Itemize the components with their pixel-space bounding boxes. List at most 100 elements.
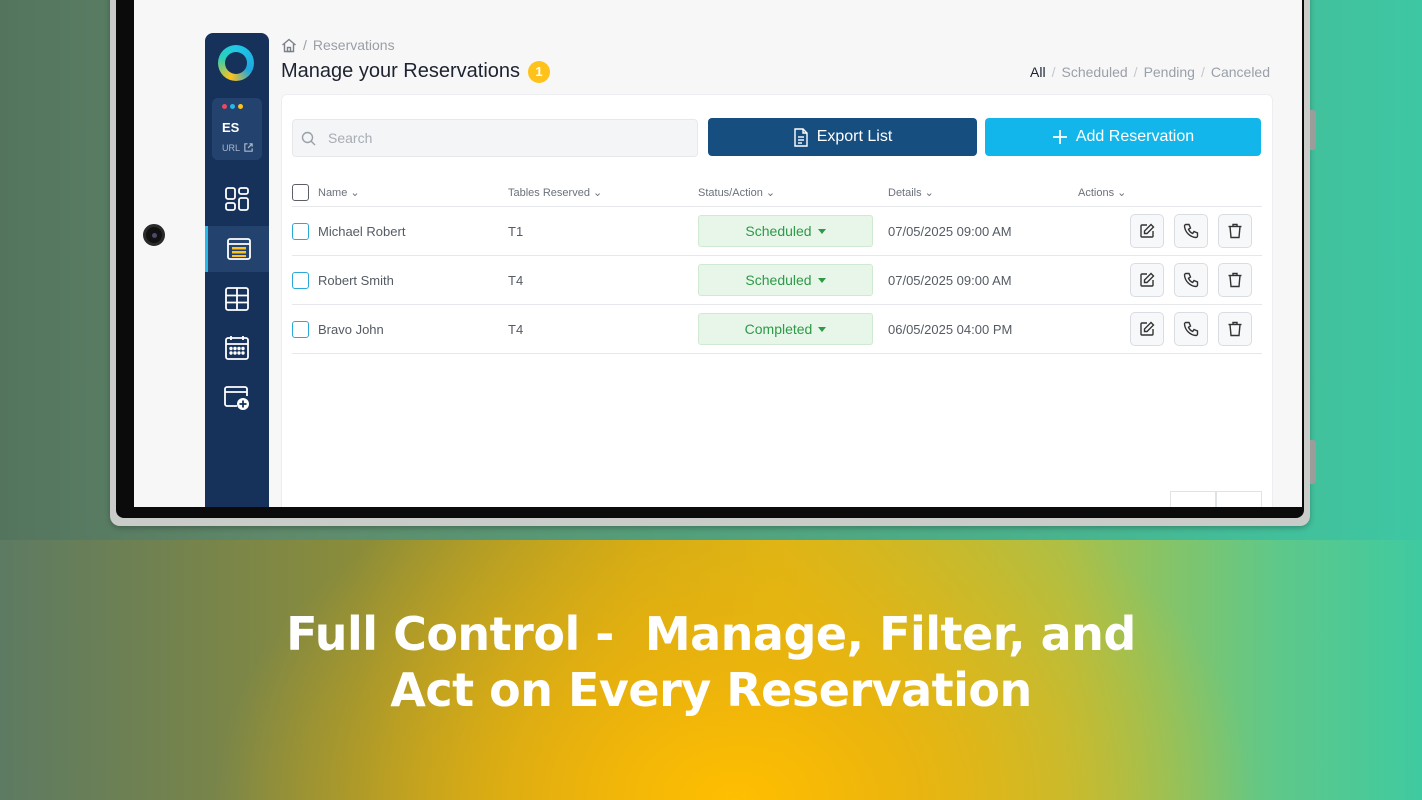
phone-icon <box>1183 223 1199 239</box>
nav-calendar[interactable] <box>205 325 269 371</box>
reservations-table: Name ⌄ Tables Reserved ⌄ Status/Action ⌄ De… <box>292 179 1262 354</box>
filter-separator: / <box>1200 64 1205 80</box>
filter-all[interactable]: All <box>1030 64 1046 80</box>
status-dropdown[interactable]: Completed <box>698 313 873 345</box>
export-list-button[interactable]: Export List <box>708 118 977 156</box>
phone-icon <box>1183 272 1199 288</box>
tablet-device: ES URL / Reservations Manage your Reserv… <box>110 0 1316 526</box>
delete-button[interactable] <box>1218 312 1252 346</box>
calendar-icon <box>225 336 249 360</box>
plus-icon <box>1052 130 1067 144</box>
search-box[interactable] <box>292 119 698 157</box>
delete-button[interactable] <box>1218 214 1252 248</box>
sort-icon: ⌄ <box>924 187 934 199</box>
sort-icon: ⌄ <box>765 187 776 199</box>
breadcrumb: / Reservations <box>281 37 395 53</box>
power-button <box>1310 440 1316 484</box>
search-input[interactable] <box>328 130 668 146</box>
status-label: Scheduled <box>745 272 812 288</box>
edit-icon <box>1140 272 1155 287</box>
call-button[interactable] <box>1174 312 1208 346</box>
column-header-actions[interactable]: Actions ⌄ <box>1078 186 1262 200</box>
phone-icon <box>1183 321 1199 337</box>
status-dropdown[interactable]: Scheduled <box>698 215 873 247</box>
add-reservation-button[interactable]: Add Reservation <box>985 118 1261 156</box>
dashboard-icon <box>225 187 249 211</box>
table-row[interactable]: Robert Smith T4 Scheduled 07/05/2025 09:… <box>292 256 1262 305</box>
edit-icon <box>1140 321 1155 336</box>
add-window-icon <box>224 386 249 410</box>
table-row[interactable]: Bravo John T4 Completed 06/05/2025 04:00… <box>292 305 1262 354</box>
document-icon <box>794 127 808 147</box>
org-card[interactable]: ES URL <box>212 98 262 160</box>
status-label: Scheduled <box>745 223 812 239</box>
filter-separator: / <box>1133 64 1138 80</box>
headline-line-1: Full Control - Manage, Filter, and <box>286 607 1136 661</box>
row-checkbox[interactable] <box>292 320 309 338</box>
filter-canceled[interactable]: Canceled <box>1211 64 1270 80</box>
reservation-details: 06/05/2025 04:00 PM <box>888 321 1013 337</box>
delete-button[interactable] <box>1218 263 1252 297</box>
call-button[interactable] <box>1174 214 1208 248</box>
guest-name: Robert Smith <box>318 272 394 288</box>
volume-button <box>1310 110 1316 150</box>
edit-button[interactable] <box>1130 312 1164 346</box>
status-dropdown[interactable]: Scheduled <box>698 264 873 296</box>
page-title-text: Manage your Reservations <box>281 60 521 82</box>
nav-dashboard[interactable] <box>205 176 269 222</box>
row-checkbox[interactable] <box>292 271 309 289</box>
select-all-checkbox[interactable] <box>292 184 309 201</box>
trash-icon <box>1228 321 1242 337</box>
sort-icon: ⌄ <box>350 187 360 199</box>
status-filter-tabs: All / Scheduled / Pending / Canceled <box>1030 64 1270 80</box>
reservation-details: 07/05/2025 09:00 AM <box>888 223 1012 239</box>
camera-lens <box>143 224 165 246</box>
table-row[interactable]: Michael Robert T1 Scheduled 07/05/2025 0… <box>292 207 1262 256</box>
promo-headline: Full Control - Manage, Filter, and Act o… <box>0 606 1422 718</box>
edit-button[interactable] <box>1130 214 1164 248</box>
window-dots <box>222 104 243 109</box>
breadcrumb-separator: / <box>303 37 307 53</box>
trash-icon <box>1228 272 1242 288</box>
column-header-tables[interactable]: Tables Reserved ⌄ <box>508 186 698 200</box>
column-header-name[interactable]: Name ⌄ <box>318 186 508 200</box>
table-header: Name ⌄ Tables Reserved ⌄ Status/Action ⌄ De… <box>292 179 1262 207</box>
column-header-status[interactable]: Status/Action ⌄ <box>698 186 888 200</box>
sort-icon: ⌄ <box>592 187 603 199</box>
add-reservation-label: Add Reservation <box>1075 128 1195 145</box>
filter-separator: / <box>1051 64 1056 80</box>
filter-scheduled[interactable]: Scheduled <box>1062 64 1128 80</box>
sort-icon: ⌄ <box>1117 187 1127 199</box>
home-icon[interactable] <box>281 38 297 53</box>
org-abbreviation: ES <box>222 120 240 135</box>
reservations-icon <box>226 238 251 260</box>
edit-button[interactable] <box>1130 263 1164 297</box>
nav-reservations[interactable] <box>205 226 269 272</box>
breadcrumb-current: Reservations <box>312 37 395 53</box>
external-link-icon <box>244 143 253 152</box>
search-icon <box>301 131 316 145</box>
count-badge: 1 <box>528 60 551 83</box>
reservation-details: 07/05/2025 09:00 AM <box>888 272 1012 288</box>
device-bezel: ES URL / Reservations Manage your Reserv… <box>116 0 1304 518</box>
call-button[interactable] <box>1174 263 1208 297</box>
guest-name: Bravo John <box>318 321 384 337</box>
column-header-details[interactable]: Details ⌄ <box>888 186 1078 200</box>
caret-down-icon <box>817 228 826 234</box>
org-url-label: URL <box>222 142 241 153</box>
reservations-card: Export List Add Reservation Name⌄ Tables… <box>281 94 1273 507</box>
page-title: Manage your Reservations 1 <box>281 60 551 83</box>
nav-tables[interactable] <box>205 276 269 322</box>
pagination-next-button[interactable] <box>1216 491 1262 507</box>
org-url-link[interactable]: URL <box>222 142 254 153</box>
filter-pending[interactable]: Pending <box>1144 64 1195 80</box>
table-reserved: T4 <box>508 321 524 337</box>
headline-line-2: Act on Every Reservation <box>390 663 1032 717</box>
nav-add-reservation[interactable] <box>205 375 269 421</box>
row-checkbox[interactable] <box>292 222 309 240</box>
app-logo[interactable] <box>218 45 254 81</box>
caret-down-icon <box>817 277 826 283</box>
pagination <box>1170 491 1262 507</box>
pagination-prev-button[interactable] <box>1170 491 1216 507</box>
app-screen: ES URL / Reservations Manage your Reserv… <box>134 0 1302 507</box>
